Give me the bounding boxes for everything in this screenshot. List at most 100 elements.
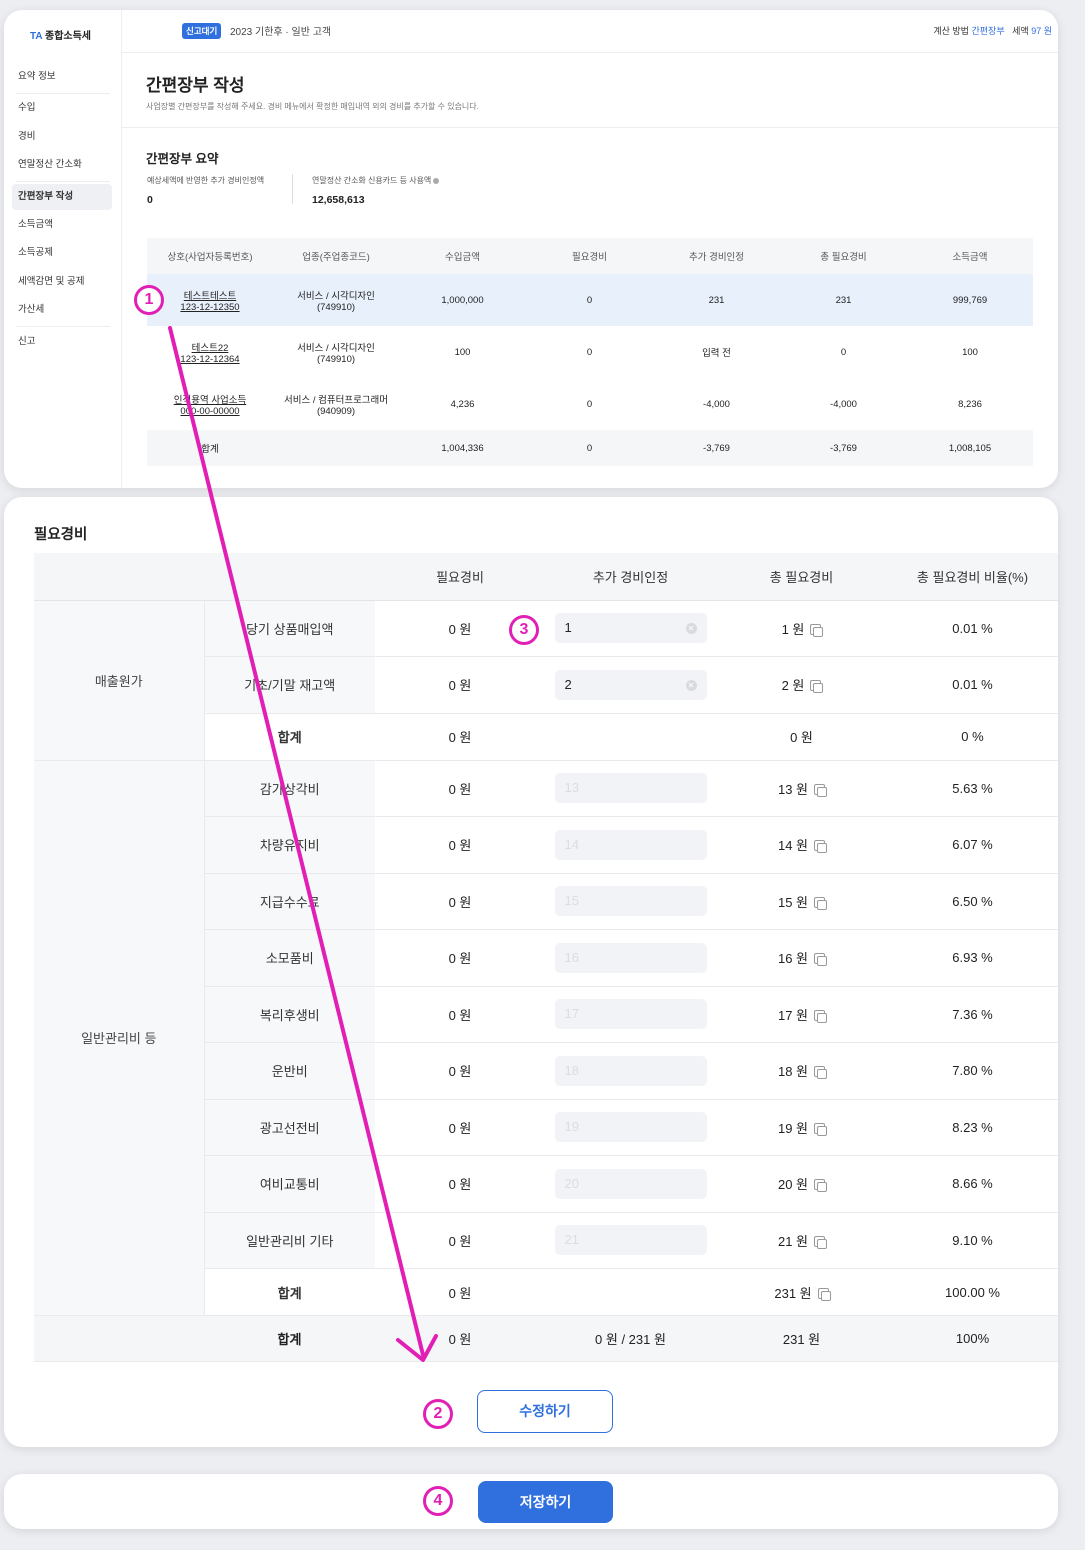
column-header: 소득금액 bbox=[907, 238, 1033, 274]
sidebar-item-income-amount[interactable]: 소득금액 bbox=[12, 212, 112, 238]
filing-period: 2023 기한후 · 일반 고객 bbox=[230, 27, 332, 38]
input-cell: 20 bbox=[545, 1155, 716, 1213]
total-cell: 16 원 bbox=[716, 929, 887, 987]
footer-bar: 저장하기 bbox=[4, 1474, 1058, 1529]
column-header: 상호(사업자등록번호) bbox=[147, 238, 273, 274]
extra-expense-input[interactable]: 13 bbox=[554, 773, 707, 804]
column-header: 총 필요경비 bbox=[780, 238, 907, 274]
table-total-row: 합계 1,004,336 0 -3,769 -3,769 1,008,105 bbox=[147, 430, 1033, 466]
industry-cell: 서비스 / 시각디자인 (749910) bbox=[297, 342, 375, 365]
divider bbox=[16, 93, 110, 94]
copy-icon[interactable] bbox=[814, 1009, 828, 1023]
column-header: 업종(주업종코드) bbox=[273, 238, 399, 274]
divider bbox=[16, 326, 110, 327]
total-cell: 21 원 bbox=[716, 1212, 887, 1269]
extra-expense-input[interactable]: 15 bbox=[554, 886, 707, 917]
total-label: 합계 bbox=[147, 430, 273, 466]
copy-icon[interactable] bbox=[814, 1066, 828, 1080]
edit-button[interactable]: 수정하기 bbox=[477, 1390, 613, 1433]
table-row[interactable]: 인적용역 사업소득 000-00-00000 서비스 / 컴퓨터프로그래머 (940… bbox=[147, 378, 1033, 430]
column-header: 추가 경비인정 bbox=[653, 238, 780, 274]
extra-expense-input[interactable]: 1 ✕ bbox=[554, 613, 707, 644]
sidebar-item-summary[interactable]: 요약 정보 bbox=[12, 64, 112, 90]
table-row[interactable]: 테스트22 123-12-12364 서비스 / 시각디자인 (749910) 10… bbox=[147, 326, 1033, 378]
copy-icon[interactable] bbox=[817, 1287, 831, 1301]
column-header: 수입금액 bbox=[399, 238, 526, 274]
sidebar-item-year-end[interactable]: 연말정산 간소화 bbox=[12, 152, 112, 178]
business-cell[interactable]: 테스트테스트 123-12-12350 bbox=[147, 274, 273, 326]
status-badge: 신고대기 bbox=[182, 23, 222, 39]
need-cell: 0 원 bbox=[375, 1042, 545, 1100]
info-icon[interactable] bbox=[433, 177, 440, 184]
copy-icon[interactable] bbox=[814, 1179, 828, 1193]
extra-expense-input[interactable]: 20 bbox=[554, 1168, 707, 1199]
table-row: 일반관리비 등 감가상각비 0 원 13 13 원 5.63 % bbox=[34, 760, 1058, 1316]
clear-icon[interactable]: ✕ bbox=[685, 623, 697, 635]
total-cell: 231 bbox=[780, 274, 907, 326]
sidebar-item-penalty[interactable]: 가산세 bbox=[12, 297, 112, 323]
profit-cell: 1,008,105 bbox=[907, 430, 1033, 466]
sidebar-item-expense[interactable]: 경비 bbox=[12, 124, 112, 150]
group-label: 일반관리비 등 bbox=[34, 760, 205, 1316]
sidebar-item-tax-credit[interactable]: 세액감면 및 공제 bbox=[12, 269, 112, 295]
extra-expense-input[interactable]: 19 bbox=[554, 1112, 707, 1143]
copy-icon[interactable] bbox=[814, 840, 828, 854]
extra-cell: 입력 전 bbox=[702, 348, 731, 359]
need-cell: 0 원 bbox=[375, 1268, 545, 1316]
need-cell: 0 원 bbox=[375, 1315, 545, 1362]
subtotal-label: 합계 bbox=[204, 713, 375, 761]
industry-cell: 서비스 / 컴퓨터프로그래머 (940909) bbox=[283, 394, 389, 417]
income-cell: 1,000,000 bbox=[399, 274, 526, 326]
total-cell: 231 원 bbox=[716, 1268, 887, 1316]
extra-expense-input[interactable]: 2 ✕ bbox=[554, 669, 707, 700]
copy-icon[interactable] bbox=[814, 1122, 828, 1136]
category-label: 일반관리비 기타 bbox=[204, 1212, 375, 1269]
copy-icon[interactable] bbox=[814, 953, 828, 967]
business-cell[interactable]: 인적용역 사업소득 000-00-00000 bbox=[147, 378, 273, 430]
category-label: 여비교통비 bbox=[204, 1155, 375, 1213]
clear-icon[interactable]: ✕ bbox=[685, 679, 697, 691]
empty-cell bbox=[545, 713, 716, 761]
input-cell: 2 ✕ bbox=[545, 656, 716, 714]
copy-icon[interactable] bbox=[814, 783, 828, 797]
total-cell: 14 원 bbox=[716, 816, 887, 874]
summary-title: 간편장부 요약 bbox=[146, 152, 219, 166]
sidebar-item-report[interactable]: 신고 bbox=[12, 329, 112, 355]
sidebar-item-deduction[interactable]: 소득공제 bbox=[12, 240, 112, 266]
page-title: 간편장부 작성 bbox=[146, 76, 245, 95]
copy-icon[interactable] bbox=[814, 896, 828, 910]
table-header-row: 필요경비 추가 경비인정 총 필요경비 총 필요경비 비율(%) bbox=[34, 553, 1058, 601]
extra-expense-input[interactable]: 16 bbox=[554, 942, 707, 973]
save-button[interactable]: 저장하기 bbox=[478, 1481, 613, 1523]
group-label: 매출원가 bbox=[34, 600, 205, 761]
need-cell: 0 원 bbox=[375, 1155, 545, 1213]
extra-expense-input[interactable]: 14 bbox=[554, 829, 707, 860]
ratio-cell: 0.01 % bbox=[887, 600, 1058, 657]
need-cell: 0 원 bbox=[375, 1099, 545, 1156]
table-row[interactable]: 테스트테스트 123-12-12350 서비스 / 시각디자인 (749910) 1… bbox=[147, 274, 1033, 326]
expense-table: 필요경비 추가 경비인정 총 필요경비 총 필요경비 비율(%) 매출원가 당기… bbox=[34, 553, 1058, 1362]
need-cell: 0 원 bbox=[375, 873, 545, 930]
app-logo[interactable]: TA 종합소득세 bbox=[30, 27, 91, 42]
sidebar-item-simple-book[interactable]: 간편장부 작성 bbox=[12, 184, 112, 210]
profit-cell: 100 bbox=[962, 346, 978, 358]
ratio-cell: 8.66 % bbox=[887, 1155, 1058, 1213]
extra-expense-input[interactable]: 21 bbox=[554, 1225, 707, 1256]
extra-expense-input[interactable]: 17 bbox=[554, 999, 707, 1030]
copy-icon[interactable] bbox=[810, 680, 824, 694]
category-label: 복리후생비 bbox=[204, 986, 375, 1043]
extra-expense-input[interactable]: 18 bbox=[554, 1055, 707, 1086]
ratio-cell: 0.01 % bbox=[887, 656, 1058, 714]
tax-amount: 97 원 bbox=[1031, 26, 1052, 36]
summary-table: 상호(사업자등록번호) 업종(주업종코드) 수입금액 필요경비 추가 경비인정 … bbox=[147, 238, 1033, 466]
total-cell: 0 bbox=[840, 346, 847, 358]
need-cell: 0 원 bbox=[375, 929, 545, 987]
need-cell: 0 bbox=[586, 398, 593, 410]
copy-icon[interactable] bbox=[814, 1235, 828, 1249]
extra-cell: 231 bbox=[653, 274, 780, 326]
sidebar-item-income[interactable]: 수입 bbox=[12, 95, 112, 121]
stat-credit-card: 연말정산 간소화 신용카드 등 사용액 12,658,613 bbox=[312, 175, 440, 206]
copy-icon[interactable] bbox=[810, 623, 824, 637]
calc-method-link[interactable]: 간편장부 bbox=[971, 26, 1004, 36]
business-cell[interactable]: 테스트22 123-12-12364 bbox=[147, 326, 273, 378]
